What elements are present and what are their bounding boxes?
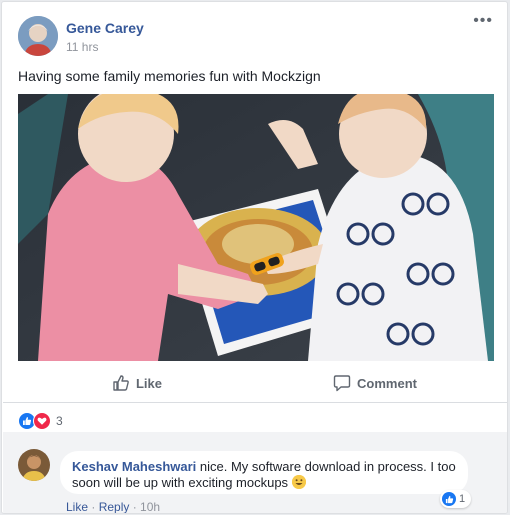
commenter-name[interactable]: Keshav Maheshwari: [72, 459, 196, 474]
meta-separator: ·: [129, 500, 141, 514]
post-photo[interactable]: [18, 94, 494, 361]
post-timestamp[interactable]: 11 hrs: [66, 40, 98, 54]
comment-like-link[interactable]: Like: [66, 500, 88, 513]
like-icon: [442, 492, 456, 506]
meta-separator: ·: [88, 500, 99, 514]
comment-button-label: Comment: [357, 375, 417, 391]
author-name[interactable]: Gene Carey: [66, 20, 144, 36]
post-card: Gene Carey 11 hrs ••• Having some family…: [1, 1, 508, 514]
actions-divider: [3, 402, 507, 403]
comment-meta: Like · Reply · 10h: [66, 500, 160, 514]
commenter-avatar[interactable]: [18, 449, 50, 481]
like-button[interactable]: Like: [18, 374, 256, 392]
comment-timestamp[interactable]: 10h: [140, 500, 160, 513]
thumbs-up-icon: [113, 375, 129, 391]
comment-like-number: 1: [459, 493, 466, 505]
comment-reply-link[interactable]: Reply: [99, 500, 130, 513]
love-icon: [33, 412, 51, 430]
comment-bubble: Keshav Maheshwari nice. My software down…: [60, 451, 468, 494]
comment-like-count[interactable]: 1: [440, 490, 472, 508]
like-button-label: Like: [135, 375, 162, 391]
reactions-count: 3: [56, 414, 63, 428]
comment-button[interactable]: Comment: [256, 374, 494, 392]
post-actions: Like Comment: [18, 368, 494, 398]
grinning-emoji-icon: [291, 475, 306, 489]
post-text: Having some family memories fun with Moc…: [18, 68, 321, 84]
author-avatar[interactable]: [18, 16, 58, 56]
more-options-icon[interactable]: •••: [473, 12, 493, 30]
comment-icon: [333, 375, 351, 392]
reactions-summary[interactable]: 3: [18, 412, 63, 430]
